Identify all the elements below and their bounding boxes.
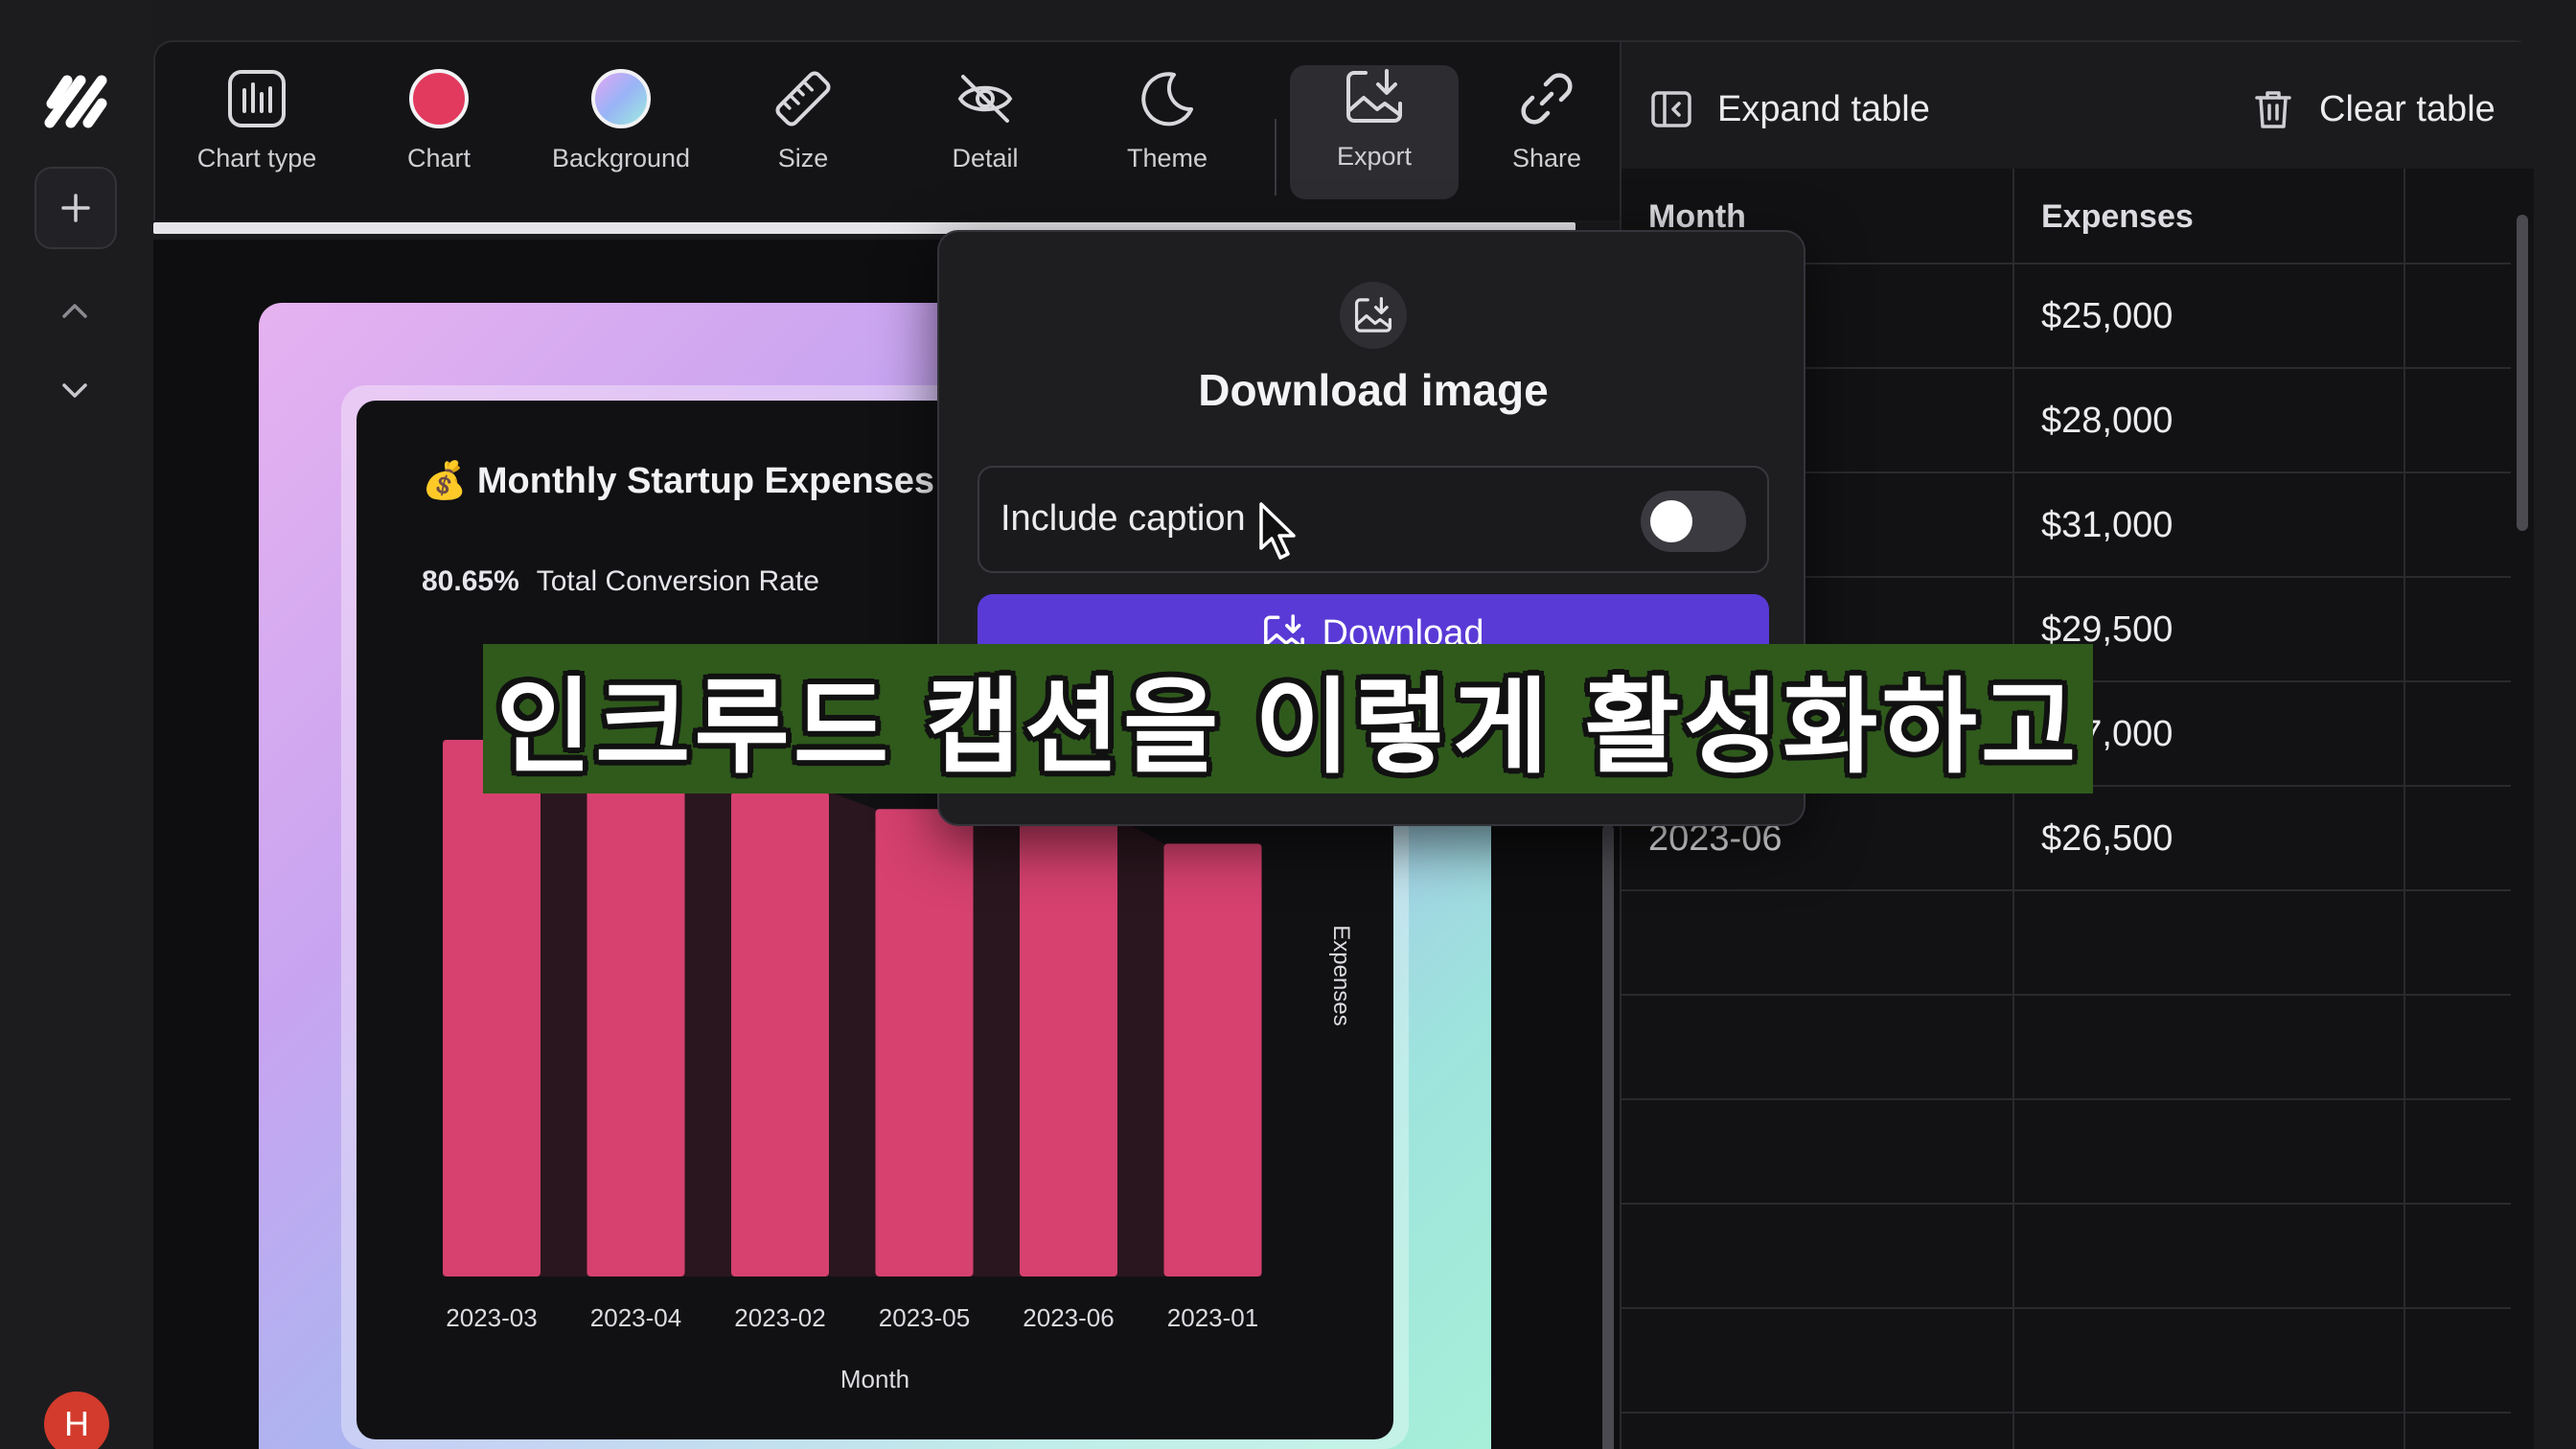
table-cell[interactable]: $28,000 xyxy=(2014,369,2405,473)
chevron-down-icon xyxy=(62,383,87,398)
table-cell[interactable] xyxy=(2014,891,2405,996)
table-scrollbar[interactable] xyxy=(2513,169,2534,1449)
chart-title: 💰 Monthly Startup Expenses xyxy=(422,461,935,501)
clear-table-button[interactable]: Clear table xyxy=(2250,80,2496,138)
tool-theme[interactable]: Theme xyxy=(1083,67,1252,201)
table-cell[interactable] xyxy=(2405,1309,2511,1414)
canvas-scrollbar-thumb[interactable] xyxy=(1602,824,1614,1449)
table-cell[interactable] xyxy=(2405,787,2511,891)
expand-table-button[interactable]: Expand table xyxy=(1648,80,1930,138)
table-cell[interactable] xyxy=(2405,891,2511,996)
gradient-dot-icon xyxy=(591,69,651,128)
image-download-icon xyxy=(1346,69,1402,123)
table-cell[interactable]: $25,000 xyxy=(2014,264,2405,369)
table-cell[interactable] xyxy=(1622,996,2014,1100)
link-icon xyxy=(1521,73,1573,125)
table-row xyxy=(1622,1205,2511,1309)
table-cell[interactable] xyxy=(2405,578,2511,682)
table-cell[interactable] xyxy=(2405,996,2511,1100)
ruler-icon xyxy=(775,71,831,126)
eye-off-icon xyxy=(957,75,1013,123)
table-cell[interactable] xyxy=(2405,264,2511,369)
table-cell[interactable]: $26,500 xyxy=(2014,787,2405,891)
scroll-up-button[interactable] xyxy=(56,291,94,330)
x-tick-label: 2023-03 xyxy=(446,1303,537,1332)
bar-2023-04[interactable] xyxy=(586,766,685,1276)
table-cell[interactable] xyxy=(2405,473,2511,578)
tool-export[interactable]: Export xyxy=(1290,65,1459,199)
tool-detail[interactable]: Detail xyxy=(901,67,1070,201)
bar-chart-icon xyxy=(228,70,286,127)
moon-icon xyxy=(1141,72,1193,126)
chevron-up-icon xyxy=(62,304,87,318)
table-cell[interactable] xyxy=(2014,996,2405,1100)
table-cell[interactable] xyxy=(2014,1205,2405,1309)
popover-icon xyxy=(1340,282,1407,349)
app-logo-icon[interactable] xyxy=(42,73,111,130)
mouse-cursor-icon xyxy=(1259,502,1296,560)
add-button[interactable] xyxy=(34,167,117,249)
include-caption-toggle[interactable] xyxy=(1641,491,1746,552)
left-rail: H xyxy=(0,0,153,1449)
table-cell[interactable] xyxy=(2405,1414,2511,1449)
include-caption-row: Include caption xyxy=(978,466,1769,573)
table-cell[interactable] xyxy=(1622,1205,2014,1309)
plus-icon xyxy=(61,194,90,222)
app-window: H Chart type Chart Background Size Detai… xyxy=(0,0,2576,1449)
user-avatar[interactable]: H xyxy=(44,1392,109,1449)
table-row xyxy=(1622,1100,2511,1205)
tool-chart-type[interactable]: Chart type xyxy=(172,67,341,201)
kpi-label: Total Conversion Rate xyxy=(536,565,819,597)
table-cell[interactable] xyxy=(2014,1100,2405,1205)
toggle-knob xyxy=(1650,500,1692,542)
table-row xyxy=(1622,996,2511,1100)
tool-size[interactable]: Size xyxy=(719,67,887,201)
bar-2023-03[interactable] xyxy=(443,740,540,1276)
table-cell[interactable] xyxy=(2405,682,2511,787)
x-tick-label: 2023-02 xyxy=(734,1303,825,1332)
tool-background[interactable]: Background xyxy=(537,67,705,201)
tool-chart-color[interactable]: Chart xyxy=(355,67,523,201)
x-tick-label: 2023-04 xyxy=(590,1303,681,1332)
table-row xyxy=(1622,1309,2511,1414)
table-cell[interactable] xyxy=(2405,369,2511,473)
x-tick-label: 2023-06 xyxy=(1023,1303,1114,1332)
x-tick-label: 2023-01 xyxy=(1167,1303,1258,1332)
trash-icon xyxy=(2255,91,2291,128)
table-cell[interactable] xyxy=(1622,891,2014,996)
tool-share[interactable]: Share xyxy=(1462,67,1631,201)
bar-2023-05[interactable] xyxy=(875,809,974,1276)
scroll-down-button[interactable] xyxy=(56,372,94,410)
table-row xyxy=(1622,1414,2511,1449)
bar-2023-06[interactable] xyxy=(1020,817,1117,1276)
chart-toolbar: Chart type Chart Background Size Detail … xyxy=(153,40,1620,220)
table-cell[interactable] xyxy=(1622,1309,2014,1414)
table-cell[interactable] xyxy=(2014,1414,2405,1449)
table-cell[interactable] xyxy=(1622,1100,2014,1205)
table-cell[interactable] xyxy=(2405,1100,2511,1205)
popover-title: Download image xyxy=(1198,365,1549,415)
include-caption-label: Include caption xyxy=(1000,498,1246,539)
image-download-icon xyxy=(1354,296,1392,333)
table-header-cell[interactable] xyxy=(2405,169,2511,264)
chart-kpi: 80.65% Total Conversion Rate xyxy=(422,565,819,598)
bar-2023-02[interactable] xyxy=(731,792,829,1276)
toolbar-separator xyxy=(1275,119,1276,196)
x-axis-label: Month xyxy=(840,1365,909,1393)
y-axis-label: Expenses xyxy=(1328,925,1354,1025)
table-cell[interactable]: $31,000 xyxy=(2014,473,2405,578)
sidebar-expand-icon xyxy=(1651,91,1691,127)
bar-2023-01[interactable] xyxy=(1163,843,1262,1276)
kpi-value: 80.65% xyxy=(422,565,519,597)
table-row xyxy=(1622,891,2511,996)
video-caption-overlay: 인크루드 캡션을 이렇게 활성화하고 xyxy=(483,644,2093,794)
table-scrollbar-thumb[interactable] xyxy=(2517,215,2528,531)
x-tick-label: 2023-05 xyxy=(879,1303,970,1332)
table-cell[interactable] xyxy=(2405,1205,2511,1309)
color-dot-icon xyxy=(409,69,469,128)
table-cell[interactable] xyxy=(2014,1309,2405,1414)
table-header-cell[interactable]: Expenses xyxy=(2014,169,2405,264)
table-cell[interactable] xyxy=(1622,1414,2014,1449)
